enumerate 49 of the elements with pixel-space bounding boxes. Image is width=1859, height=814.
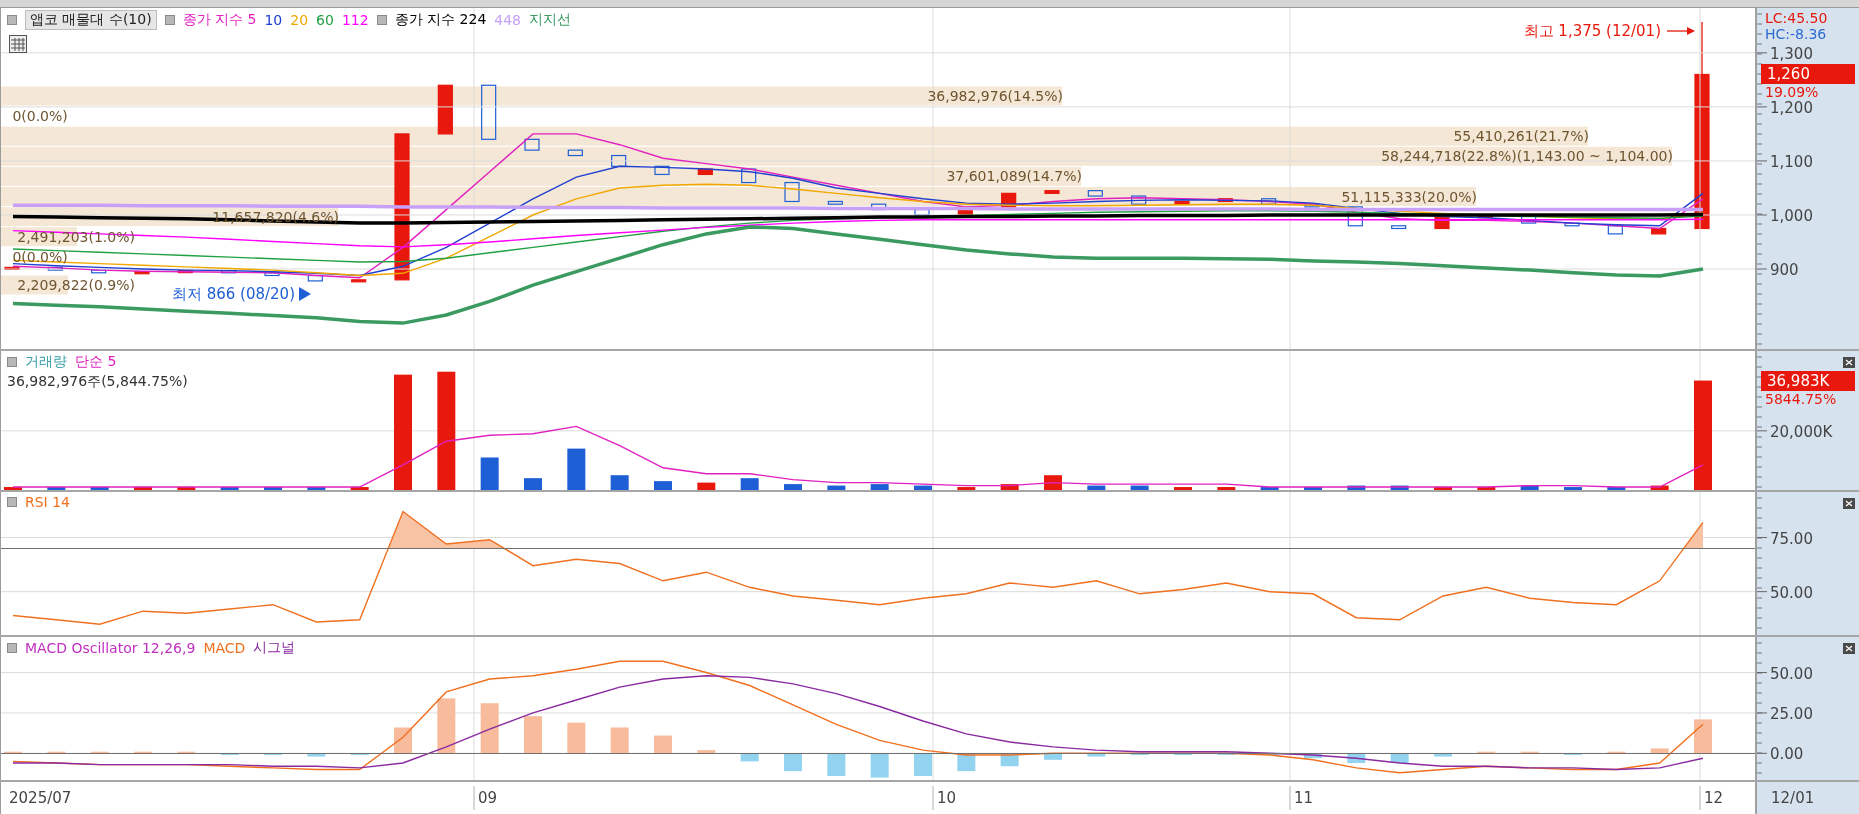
last-volume: 36,983K — [1761, 370, 1855, 391]
legend-label: RSI 14 — [25, 494, 70, 510]
axis-label: 0.00 — [1770, 745, 1804, 764]
legend-label: 448 — [494, 12, 522, 28]
date-label: 2025/07 — [9, 789, 72, 807]
axis-label: 900 — [1770, 261, 1799, 279]
legend-label: 20 — [290, 12, 309, 28]
volume-summary: 36,982,976주(5,844.75%) — [7, 373, 188, 391]
axis-label: 1,200 — [1770, 98, 1813, 117]
axis-label: 1,000 — [1770, 207, 1813, 225]
axis-label: 50.00 — [1770, 664, 1813, 683]
volume-profile-label: 37,601,089(14.7%) — [946, 168, 1082, 185]
volume-profile-label: 58,244,718(22.8%)(1,143.00 ~ 1,104.00) — [1381, 148, 1673, 165]
hc-value: HC:-8.36 — [1765, 26, 1827, 42]
volume-profile-label: 36,982,976(14.5%) — [927, 88, 1063, 104]
chart-title: MACD Oscillator 12,26,9 — [25, 640, 196, 656]
chart-title: 거래량 — [25, 353, 67, 371]
low-price-label: 최저 866 (08/20) — [171, 285, 295, 303]
volume-change-rate: 5844.75% — [1765, 390, 1837, 407]
volume-profile-label: 2,209,822(0.9%) — [17, 277, 135, 293]
change-rate: 19.09% — [1765, 84, 1819, 101]
axis-label: 50.00 — [1770, 583, 1813, 602]
legend-label: 112 — [341, 12, 369, 28]
legend-label: 시그널 — [253, 639, 296, 657]
last-price: 1,260 — [1761, 64, 1855, 85]
date-label: 11 — [1294, 789, 1314, 807]
date-label: 10 — [937, 789, 957, 807]
axis-label: 20,000K — [1770, 422, 1833, 441]
legend-label: 60 — [316, 12, 334, 28]
date-label: 12 — [1704, 789, 1724, 807]
volume-profile-label: 2,491,203(1.0%) — [17, 228, 135, 245]
volume-profile-label: 0(0.0%) — [12, 248, 68, 265]
high-price-label: 최고 1,375 (12/01) — [1523, 22, 1661, 40]
volume-profile-label: 55,410,261(21.7%) — [1453, 128, 1589, 145]
axis-label: 75.00 — [1770, 529, 1813, 548]
legend-label: 종가 지수 5 — [182, 11, 257, 29]
volume-profile-label: 51,115,333(20.0%) — [1341, 188, 1477, 205]
lc-value: LC:45.50 — [1765, 10, 1828, 26]
axis-label: 25.00 — [1770, 704, 1813, 723]
legend-label: 지지선 — [529, 11, 572, 29]
cursor-date: 12/01 — [1771, 789, 1815, 807]
axis-label: 1,300 — [1770, 44, 1813, 63]
date-label: 09 — [478, 789, 498, 807]
legend-label: 단순 5 — [75, 353, 117, 371]
legend-label: MACD — [203, 640, 246, 656]
volume-profile-label: 0(0.0%) — [12, 108, 68, 125]
axis-label: 1,100 — [1770, 152, 1813, 171]
legend-label: 10 — [264, 12, 283, 28]
legend-label: 종가 지수 224 — [394, 11, 487, 29]
